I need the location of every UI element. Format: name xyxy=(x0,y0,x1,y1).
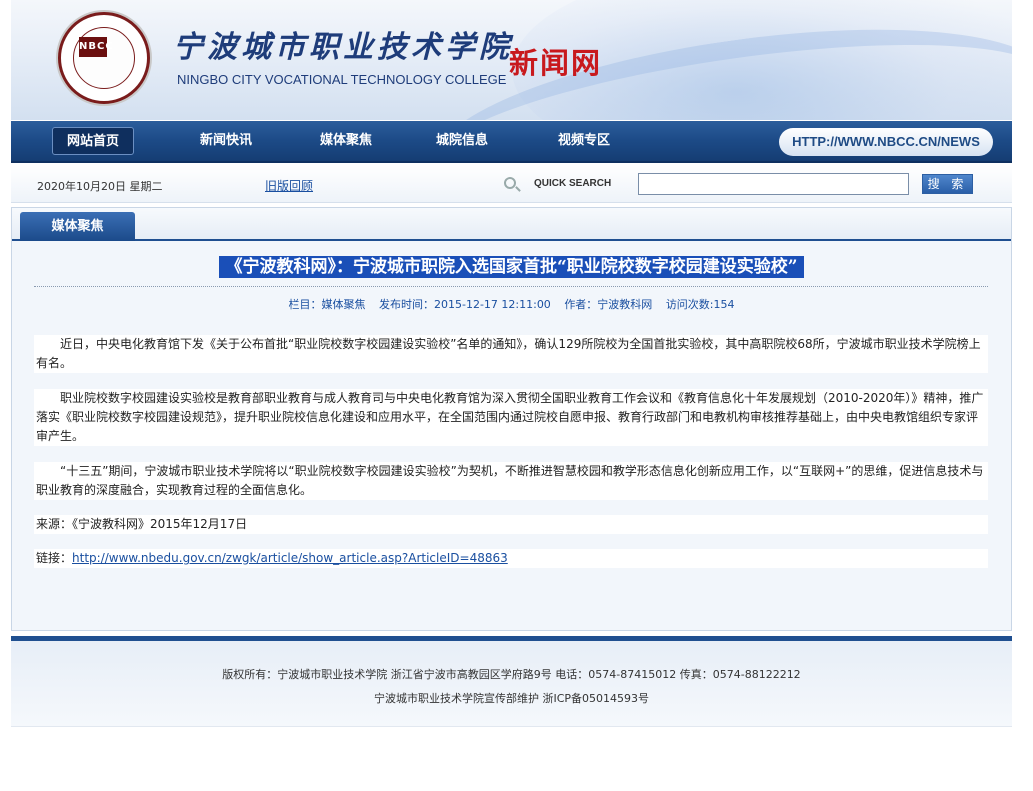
nav-home[interactable]: 网站首页 xyxy=(52,127,134,155)
site-header: NBCC 宁波城市职业技术学院 NINGBO CITY VOCATIONAL T… xyxy=(11,0,1012,120)
footer-icp: 宁波城市职业技术学院宣传部维护 浙ICP备05014593号 xyxy=(373,692,650,705)
article-source: 来源：《宁波教科网》2015年12月17日 xyxy=(34,515,988,534)
search-bar: 2020年10月20日 星期二 旧版回顾 QUICK SEARCH 搜 索 xyxy=(11,165,1012,203)
content-panel: 媒体聚焦 《宁波教科网》：宁波城市职院入选国家首批“职业院校数字校园建设实验校”… xyxy=(11,207,1012,631)
search-input[interactable] xyxy=(638,173,909,195)
article-title: 《宁波教科网》：宁波城市职院入选国家首批“职业院校数字校园建设实验校” xyxy=(219,256,804,278)
site-title-cn: 宁波城市职业技术学院 xyxy=(173,30,513,65)
meta-author: 作者：宁波教科网 xyxy=(564,298,653,311)
meta-column: 栏目：媒体聚焦 xyxy=(288,298,366,311)
logo-mark: NBCC xyxy=(79,37,113,57)
article-paragraph: 职业院校数字校园建设实验校是教育部职业教育与成人教育司与中央电化教育馆为深入贯彻… xyxy=(34,389,988,446)
meta-views: 访问次数:154 xyxy=(665,298,735,311)
site-url-badge[interactable]: HTTP://WWW.NBCC.CN/NEWS xyxy=(779,128,993,156)
magnifier-icon xyxy=(504,177,516,189)
nav-video-zone[interactable]: 视频专区 xyxy=(539,127,629,155)
article-meta: 栏目：媒体聚焦 发布时间：2015-12-17 12:11:00 作者：宁波教科… xyxy=(12,296,1011,312)
link-label: 链接： xyxy=(36,551,73,565)
article-title-wrap: 《宁波教科网》：宁波城市职院入选国家首批“职业院校数字校园建设实验校” xyxy=(12,256,1011,278)
site-title-en: NINGBO CITY VOCATIONAL TECHNOLOGY COLLEG… xyxy=(177,72,507,87)
article-paragraph: “十三五”期间，宁波城市职业技术学院将以“职业院校数字校园建设实验校”为契机，不… xyxy=(34,462,988,500)
meta-published: 发布时间：2015-12-17 12:11:00 xyxy=(378,298,551,311)
site-footer: 版权所有：宁波城市职业技术学院 浙江省宁波市高教园区学府路9号 电话：0574-… xyxy=(11,641,1012,727)
article-source-link[interactable]: http://www.nbedu.gov.cn/zwgk/article/sho… xyxy=(72,551,508,565)
college-logo[interactable]: NBCC xyxy=(58,12,150,104)
section-tab[interactable]: 媒体聚焦 xyxy=(20,212,135,241)
quick-search-label: QUICK SEARCH xyxy=(534,178,612,189)
article-link-row: 链接：http://www.nbedu.gov.cn/zwgk/article/… xyxy=(34,549,988,568)
search-button[interactable]: 搜 索 xyxy=(922,174,973,194)
section-tab-bar: 媒体聚焦 xyxy=(12,208,1011,241)
main-nav: 网站首页 新闻快讯 媒体聚焦 城院信息 视频专区 HTTP://WWW.NBCC… xyxy=(11,121,1012,163)
old-version-link[interactable]: 旧版回顾 xyxy=(265,177,313,194)
nav-college-info[interactable]: 城院信息 xyxy=(417,127,507,155)
site-subtitle: 新闻网 xyxy=(509,46,603,80)
article-paragraph: 近日，中央电化教育馆下发《关于公布首批“职业院校数字校园建设实验校”名单的通知》… xyxy=(34,335,988,373)
current-date: 2020年10月20日 星期二 xyxy=(37,180,163,193)
nav-news-flash[interactable]: 新闻快讯 xyxy=(181,127,271,155)
footer-copyright: 版权所有：宁波城市职业技术学院 浙江省宁波市高教园区学府路9号 电话：0574-… xyxy=(222,668,801,681)
nav-media-focus[interactable]: 媒体聚焦 xyxy=(301,127,391,155)
title-divider xyxy=(34,286,988,287)
